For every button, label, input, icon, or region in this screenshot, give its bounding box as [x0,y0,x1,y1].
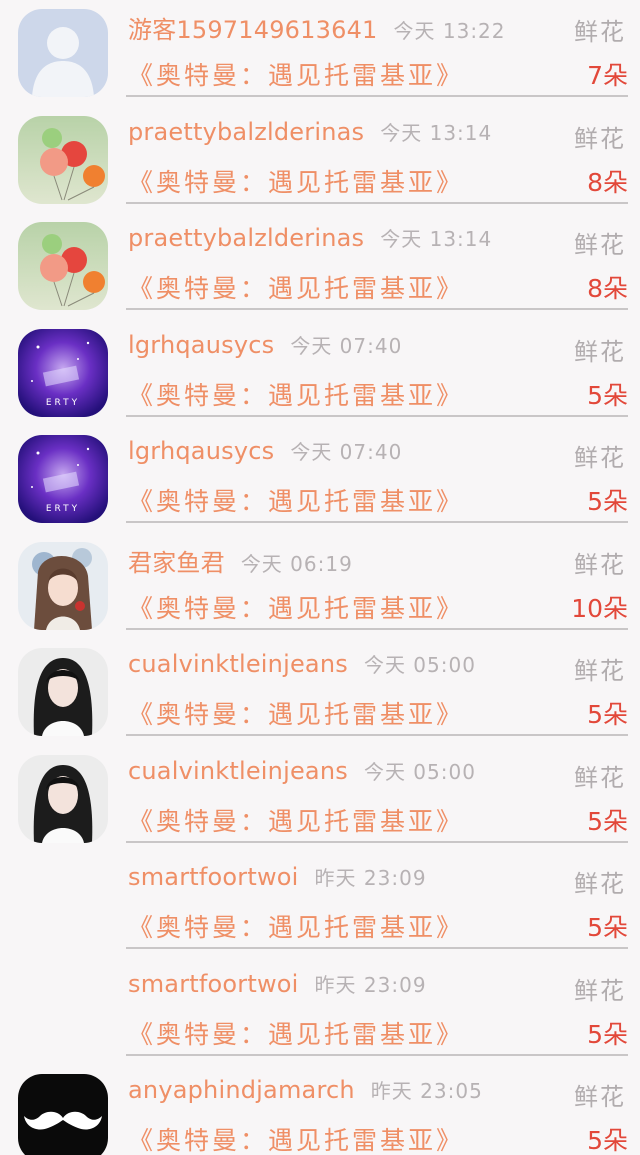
gift-record-row[interactable]: ERTY lgrhqausycs 今天 07:40 鲜花《奥特曼：遇见托雷基亚》 5朵 [0,426,640,532]
timestamp: 今天 07:40 [290,333,403,358]
row-divider [126,521,628,523]
user-name-text[interactable]: 游客1597149613641 [128,16,378,44]
gift-type-label: 鲜花 [574,870,626,898]
gift-type-label: 鲜花 [574,976,626,1005]
gift-count: 8朵 [587,167,628,197]
gift-record-row[interactable]: smartfoortwoi 昨天 23:09 鲜花《奥特曼：遇见托雷基亚》 5朵 [0,959,640,1065]
gift-type-label: 鲜花 [574,657,626,685]
user-avatar[interactable] [18,754,108,843]
user-name[interactable]: lgrhqausycs 今天 07:40 [128,436,402,465]
gift-count: 8朵 [587,274,628,303]
row-divider [126,95,628,97]
gift-record-row[interactable]: ERTY lgrhqausycs 今天 07:40 鲜花《奥特曼：遇见托雷基亚》 5朵 [0,320,640,426]
gift-type-label: 鲜花 [574,337,626,366]
user-name[interactable]: smartfoortwoi 昨天 23:09 [128,969,427,998]
work-title-link[interactable]: 《奥特曼：遇见托雷基亚》 [128,908,464,944]
user-name-text[interactable]: lgrhqausycs [128,331,274,359]
gift-record-row[interactable]: cualvinktleinjeans 今天 05:00 鲜花《奥特曼：遇见托雷基亚》… [0,639,640,745]
user-avatar[interactable]: ERTY [18,328,108,417]
user-name[interactable]: lgrhqausycs 今天 07:40 [128,330,402,359]
gift-record-row[interactable]: anyaphindjamarch 昨天 23:05 鲜花《奥特曼：遇见托雷基亚》 5朵 [0,1065,640,1155]
work-title-link[interactable]: 《奥特曼：遇见托雷基亚》 [128,589,464,625]
work-title-link[interactable]: 《奥特曼：遇见托雷基亚》 [128,163,464,199]
timestamp: 今天 06:19 [240,551,353,576]
timestamp: 今天 13:14 [380,227,493,251]
user-name-text[interactable]: smartfoortwoi [128,863,299,891]
row-divider [126,627,628,630]
gift-count: 5朵 [587,700,628,729]
gift-count: 5朵 [587,1019,628,1049]
row-divider [126,308,628,310]
work-title-link[interactable]: 《奥特曼：遇见托雷基亚》 [128,1015,464,1051]
user-avatar[interactable] [18,1074,108,1155]
gift-type-label: 鲜花 [574,231,626,259]
gift-record-row[interactable]: cualvinktleinjeans 今天 05:00 鲜花《奥特曼：遇见托雷基亚》… [0,746,640,852]
row-divider [126,1053,628,1056]
user-avatar[interactable]: ERTY [18,435,108,523]
gift-count: 5朵 [587,380,628,410]
timestamp: 昨天 23:05 [370,1079,483,1103]
user-name[interactable]: cualvinktleinjeans 今天 05:00 [128,649,476,678]
row-divider [126,840,628,843]
user-avatar[interactable] [18,222,108,310]
gift-type-label: 鲜花 [574,18,626,46]
svg-text:ERTY: ERTY [46,398,80,408]
user-avatar[interactable] [18,541,108,630]
user-name-text[interactable]: lgrhqausycs [128,437,274,465]
user-name-text[interactable]: smartfoortwoi [128,970,299,998]
timestamp: 昨天 23:09 [314,866,427,890]
gift-type-label: 鲜花 [574,1083,626,1111]
user-name-text[interactable]: anyaphindjamarch [128,1076,355,1104]
timestamp: 今天 05:00 [363,653,476,677]
gift-type-label: 鲜花 [574,550,626,579]
gift-count: 5朵 [587,806,628,836]
gift-count: 5朵 [587,1126,628,1155]
timestamp: 昨天 23:09 [314,972,427,997]
timestamp: 今天 13:22 [393,19,506,43]
user-name-text[interactable]: praettybalzlderinas [128,224,364,252]
work-title-link[interactable]: 《奥特曼：遇见托雷基亚》 [128,1121,464,1155]
user-name-text[interactable]: 君家鱼君 [128,549,225,577]
user-name[interactable]: 君家鱼君 今天 06:19 [128,543,353,578]
work-title-link[interactable]: 《奥特曼：遇见托雷基亚》 [128,695,464,731]
gift-type-label: 鲜花 [574,444,626,472]
user-name[interactable]: smartfoortwoi 昨天 23:09 [128,862,427,891]
gift-record-row[interactable]: smartfoortwoi 昨天 23:09 鲜花《奥特曼：遇见托雷基亚》 5朵 [0,852,640,958]
work-title-link[interactable]: 《奥特曼：遇见托雷基亚》 [128,802,464,838]
gift-count: 5朵 [587,913,628,942]
gift-record-row[interactable]: praettybalzlderinas 今天 13:14 鲜花《奥特曼：遇见托雷基亚… [0,213,640,319]
user-name-text[interactable]: praettybalzlderinas [128,118,364,146]
gift-count: 10朵 [571,593,628,623]
user-name[interactable]: praettybalzlderinas 今天 13:14 [128,117,492,146]
gift-type-label: 鲜花 [574,763,626,792]
timestamp: 今天 13:14 [380,120,493,145]
row-divider [126,734,628,736]
user-name[interactable]: 游客1597149613641 今天 13:22 [128,10,506,45]
user-name[interactable]: cualvinktleinjeans 今天 05:00 [128,756,476,785]
svg-text:ERTY: ERTY [46,504,80,514]
timestamp: 今天 07:40 [290,440,403,464]
user-name-text[interactable]: cualvinktleinjeans [128,650,348,678]
gift-record-row[interactable]: praettybalzlderinas 今天 13:14 鲜花《奥特曼：遇见托雷基亚… [0,107,640,213]
gift-record-row[interactable]: 君家鱼君 今天 06:19 鲜花《奥特曼：遇见托雷基亚》 10朵 [0,533,640,639]
work-title-link[interactable]: 《奥特曼：遇见托雷基亚》 [128,56,464,92]
work-title-link[interactable]: 《奥特曼：遇见托雷基亚》 [128,269,464,305]
gift-record-row[interactable]: 游客1597149613641 今天 13:22 鲜花《奥特曼：遇见托雷基亚》 7朵 [0,0,640,106]
row-divider [126,201,628,204]
user-name[interactable]: anyaphindjamarch 昨天 23:05 [128,1075,483,1104]
user-avatar[interactable] [18,9,108,97]
user-avatar[interactable] [18,115,108,204]
user-name-text[interactable]: cualvinktleinjeans [128,757,348,785]
work-title-link[interactable]: 《奥特曼：遇见托雷基亚》 [128,482,464,518]
timestamp: 今天 05:00 [363,759,476,784]
gift-count: 5朵 [587,487,628,516]
row-divider [126,947,628,949]
work-title-link[interactable]: 《奥特曼：遇见托雷基亚》 [128,376,464,412]
row-divider [126,414,628,417]
gift-type-label: 鲜花 [574,124,626,153]
user-avatar[interactable] [18,648,108,736]
gift-record-list: 游客1597149613641 今天 13:22 鲜花 《奥特曼：遇见托雷基亚》 7朵 p… [0,0,640,1155]
user-name[interactable]: praettybalzlderinas 今天 13:14 [128,223,492,252]
gift-count: 7朵 [587,61,628,90]
